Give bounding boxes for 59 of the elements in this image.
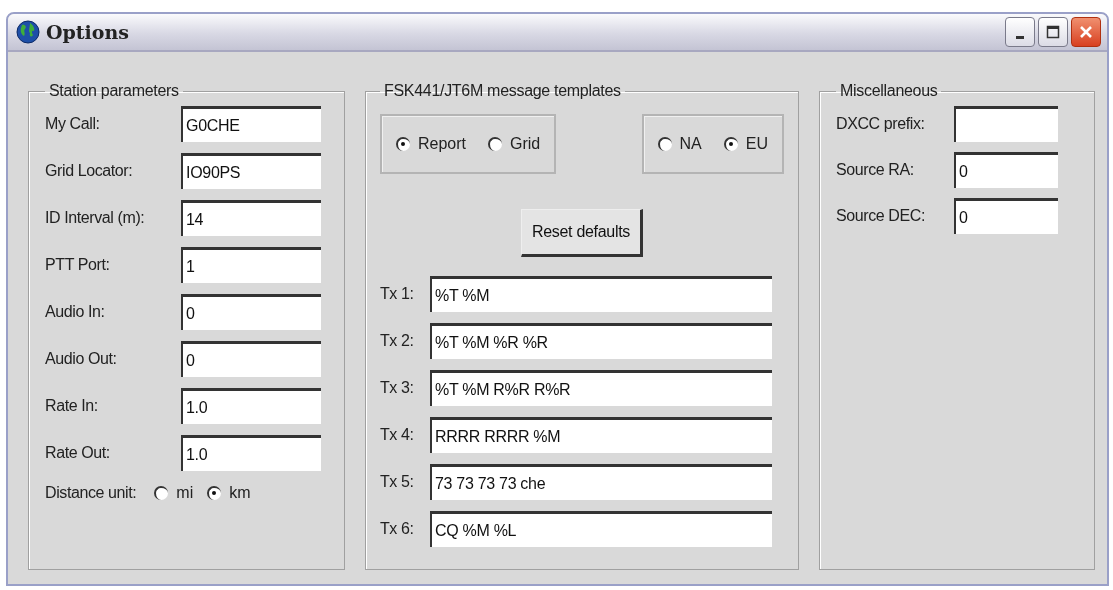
radio-label[interactable]: mi	[176, 484, 194, 502]
input-field[interactable]: %T %M R%R R%R	[430, 370, 772, 406]
maximize-button[interactable]	[1038, 17, 1068, 47]
input-field[interactable]: 0	[181, 341, 321, 377]
window-title: Options	[46, 21, 129, 43]
maximize-icon	[1046, 25, 1060, 39]
radio-button[interactable]	[207, 486, 222, 500]
input-field[interactable]	[954, 106, 1058, 142]
input-field[interactable]: G0CHE	[181, 106, 321, 142]
globe-icon	[16, 20, 40, 44]
field-label: Tx 2:	[380, 332, 415, 350]
input-field[interactable]: %T %M	[430, 276, 772, 312]
field-label: Tx 5:	[380, 473, 415, 491]
field-label: Rate In:	[45, 397, 99, 415]
input-field[interactable]: 1.0	[181, 435, 321, 471]
input-field[interactable]: IO90PS	[181, 153, 321, 189]
field-label: Audio Out:	[45, 350, 118, 368]
radio-label[interactable]: km	[229, 484, 251, 502]
field-label: PTT Port:	[45, 256, 111, 274]
minimize-button[interactable]	[1005, 17, 1035, 47]
group-title: Miscellaneous	[839, 82, 939, 100]
input-field[interactable]: RRRR RRRR %M	[430, 417, 772, 453]
field-label: Tx 4:	[380, 426, 415, 444]
radio-button[interactable]	[657, 137, 672, 151]
group-title: Station parameters	[48, 82, 180, 100]
field-label: Source RA:	[836, 161, 915, 179]
field-label: Tx 3:	[380, 379, 415, 397]
field-label: Distance unit:	[45, 484, 137, 502]
input-field[interactable]: CQ %M %L	[430, 511, 772, 547]
field-label: Source DEC:	[836, 207, 926, 225]
radio-label[interactable]: Grid	[510, 135, 541, 153]
input-field[interactable]: 0	[954, 198, 1058, 234]
radio-label[interactable]: NA	[679, 135, 702, 153]
input-field[interactable]: 73 73 73 73 che	[430, 464, 772, 500]
radio-button[interactable]	[488, 137, 503, 151]
radio-button[interactable]	[723, 137, 738, 151]
field-label: Grid Locator:	[45, 162, 134, 180]
input-field[interactable]: 0	[954, 152, 1058, 188]
field-label: ID Interval (m):	[45, 209, 146, 227]
close-button[interactable]	[1071, 17, 1101, 47]
radio-button[interactable]	[154, 486, 169, 500]
input-field[interactable]: %T %M %R %R	[430, 323, 772, 359]
field-label: Audio In:	[45, 303, 106, 321]
radio-label[interactable]: EU	[745, 135, 768, 153]
minimize-icon	[1016, 35, 1024, 39]
input-field[interactable]: 14	[181, 200, 321, 236]
input-field[interactable]: 1.0	[181, 388, 321, 424]
field-label: DXCC prefix:	[836, 115, 926, 133]
input-field[interactable]: 1	[181, 247, 321, 283]
group-title: FSK441/JT6M message templates	[383, 82, 622, 100]
field-label: My Call:	[45, 115, 101, 133]
input-field[interactable]: 0	[181, 294, 321, 330]
field-label: Tx 1:	[380, 285, 415, 303]
field-label: Tx 6:	[380, 520, 415, 538]
reset-defaults-button[interactable]: Reset defaults	[520, 209, 644, 257]
radio-label[interactable]: Report	[418, 135, 467, 153]
close-icon	[1078, 24, 1094, 40]
radio-button[interactable]	[396, 137, 410, 151]
field-label: Rate Out:	[45, 444, 111, 462]
